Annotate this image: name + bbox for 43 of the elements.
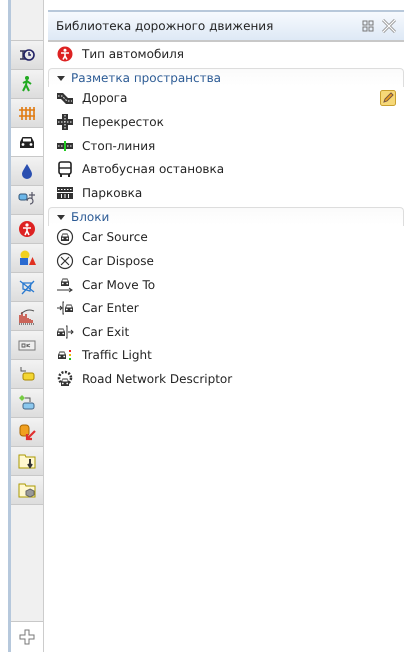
palette-item[interactable]: Стоп-линия: [82, 138, 396, 153]
crossroad-icon: [56, 112, 74, 131]
palette-item[interactable]: Car Source: [82, 230, 396, 244]
palette-item[interactable]: Перекресток: [82, 114, 396, 129]
car-enter-icon: [56, 299, 74, 318]
palette-item[interactable]: Дорога: [82, 91, 372, 106]
palette-item[interactable]: Car Exit: [82, 324, 396, 339]
layout-button[interactable]: [362, 20, 374, 32]
edit-button[interactable]: [380, 90, 396, 106]
bus-icon: [56, 160, 74, 178]
block-icon: [18, 394, 36, 412]
palette-item[interactable]: Автобусная остановка: [82, 162, 396, 176]
dispose-icon: [56, 252, 74, 270]
section-header[interactable]: Разметка пространства: [48, 68, 404, 87]
add-icon[interactable]: [19, 629, 35, 645]
palette-item[interactable]: Тип автомобиля: [82, 46, 396, 61]
palette-item[interactable]: Road Network Descriptor: [82, 372, 396, 386]
palette-item[interactable]: Car Move To: [82, 278, 396, 292]
folder-icon: [18, 452, 36, 470]
sidebar-tab[interactable]: [11, 128, 43, 157]
shapes-icon: [18, 249, 36, 267]
palette-item[interactable]: Car Dispose: [82, 254, 396, 268]
car-exit-icon: [56, 322, 74, 341]
chart-icon: [18, 307, 36, 325]
clock-icon: [18, 46, 36, 64]
section-header[interactable]: Блоки: [48, 206, 404, 226]
car-arrow-icon: [56, 276, 74, 294]
palette-item[interactable]: Парковка: [82, 186, 396, 200]
palette-item[interactable]: Car Enter: [82, 301, 396, 316]
car-source-icon: [56, 228, 74, 246]
block-icon: [18, 365, 36, 383]
railway-icon: [18, 104, 36, 122]
folder-icon: [18, 481, 36, 499]
section-title: Разметка пространства: [71, 70, 222, 85]
section-title: Блоки: [71, 210, 110, 224]
palette-item[interactable]: Traffic Light: [82, 348, 396, 362]
close-button[interactable]: [382, 19, 396, 33]
person-icon: [18, 220, 36, 238]
cylinder-arrow-icon: [18, 423, 36, 441]
person-icon: [56, 44, 74, 63]
panel-title: Библиотека дорожного движения: [56, 19, 274, 33]
network-icon: [18, 278, 36, 296]
gear-car-icon: [56, 370, 74, 388]
